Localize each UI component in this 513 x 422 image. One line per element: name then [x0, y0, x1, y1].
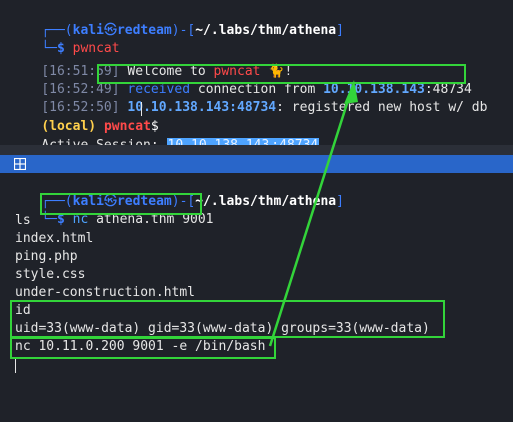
annotation-arrow [268, 80, 358, 347]
arrow-shaft [268, 93, 352, 347]
arrow-head [344, 80, 358, 104]
